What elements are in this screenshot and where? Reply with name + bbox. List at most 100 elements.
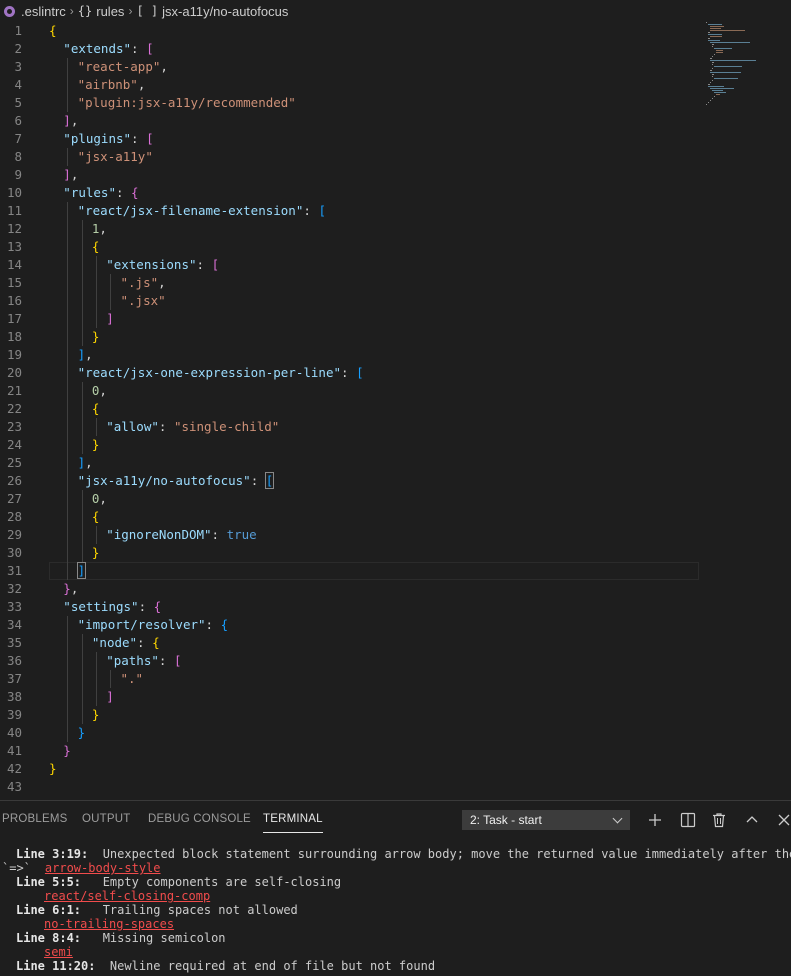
code-token: "rules" bbox=[63, 185, 116, 200]
code-text: ] bbox=[106, 310, 114, 328]
lint-rule-link[interactable]: arrow-body-style bbox=[45, 861, 161, 875]
minimap-line bbox=[714, 66, 742, 67]
indent-guide bbox=[81, 670, 83, 688]
plus-icon[interactable] bbox=[646, 811, 664, 829]
code-line: 37 "." bbox=[0, 670, 700, 688]
minimap-line bbox=[712, 74, 715, 75]
minimap-line bbox=[708, 40, 720, 41]
indent-guide bbox=[67, 670, 69, 688]
line-number: 38 bbox=[6, 689, 22, 704]
indent-guide bbox=[110, 274, 112, 292]
code-token: , bbox=[160, 59, 168, 74]
code-line: 24} bbox=[0, 436, 700, 454]
code-token: ".js" bbox=[120, 275, 159, 290]
code-token: : bbox=[115, 185, 132, 200]
indent-guide bbox=[81, 508, 83, 526]
terminal-output[interactable]: Line 3:19: Unexpected block statement su… bbox=[0, 845, 791, 976]
code-token: } bbox=[91, 545, 100, 560]
indent-guide bbox=[81, 220, 83, 238]
close-icon[interactable] bbox=[775, 811, 791, 829]
indent-guide bbox=[67, 724, 69, 742]
code-text: "react-app", bbox=[78, 58, 168, 76]
indent-guide bbox=[67, 454, 69, 472]
lint-rule-link[interactable]: no-trailing-spaces bbox=[44, 917, 174, 931]
indent-guide bbox=[67, 328, 69, 346]
code-text: } bbox=[63, 742, 71, 760]
breadcrumb-rules[interactable]: rules bbox=[96, 4, 124, 19]
code-token: : bbox=[303, 203, 319, 218]
tab-output[interactable]: OUTPUT bbox=[82, 813, 130, 825]
terminal-line: Line 3:19: Unexpected block statement su… bbox=[16, 847, 791, 861]
line-number: 14 bbox=[6, 257, 22, 272]
indent-guide bbox=[67, 310, 69, 328]
breadcrumb: .eslintrc › {} rules › [ ] jsx-a11y/no-a… bbox=[0, 0, 791, 22]
minimap[interactable] bbox=[700, 22, 780, 112]
line-number: 31 bbox=[6, 563, 22, 578]
line-number: 15 bbox=[6, 275, 22, 290]
code-line: 16 ".jsx" bbox=[0, 292, 700, 310]
indent-guide bbox=[95, 688, 97, 706]
code-token: : bbox=[196, 257, 212, 272]
lint-rule-link[interactable]: semi bbox=[44, 945, 73, 959]
code-token: , bbox=[158, 275, 166, 290]
line-number: 23 bbox=[6, 419, 22, 434]
minimap-line bbox=[710, 28, 721, 29]
tab-debug-console[interactable]: DEBUG CONSOLE bbox=[148, 813, 251, 825]
lint-rule-link[interactable]: react/self-closing-comp bbox=[44, 889, 210, 903]
tab-terminal[interactable]: TERMINAL bbox=[263, 813, 323, 833]
lint-location: Line 5:5: bbox=[16, 875, 82, 889]
code-token: "." bbox=[120, 671, 144, 686]
code-token: { bbox=[131, 185, 139, 200]
code-token: { bbox=[91, 401, 100, 416]
code-text: ] bbox=[106, 688, 114, 706]
code-text: "jsx-a11y/no-autofocus": [ bbox=[78, 472, 275, 490]
line-number: 33 bbox=[6, 599, 22, 614]
line-number: 18 bbox=[6, 329, 22, 344]
code-token: : bbox=[131, 41, 147, 56]
minimap-line bbox=[714, 96, 716, 97]
code-editor[interactable]: 1{2 "extends": [3 "react-app", 4 "airbnb", 5 "… bbox=[0, 22, 791, 798]
trash-icon[interactable] bbox=[710, 811, 728, 829]
code-token: ] bbox=[106, 689, 114, 704]
code-token: "react/jsx-one-expression-per-line" bbox=[77, 365, 341, 380]
code-text: 0, bbox=[92, 490, 107, 508]
code-token: , bbox=[70, 167, 79, 182]
tab-problems[interactable]: PROBLEMS bbox=[2, 813, 68, 825]
indent-guide bbox=[81, 418, 83, 436]
code-token: "react/jsx-filename-extension" bbox=[77, 203, 304, 218]
indent-guide bbox=[81, 292, 83, 310]
line-number: 4 bbox=[14, 77, 22, 92]
panel-tabs: PROBLEMS OUTPUT DEBUG CONSOLE TERMINAL 2… bbox=[0, 801, 791, 837]
minimap-line bbox=[714, 48, 732, 49]
indent-guide bbox=[95, 274, 97, 292]
task-select[interactable]: 2: Task - start bbox=[462, 810, 630, 830]
code-line: 10 "rules": { bbox=[0, 184, 700, 202]
split-terminal-icon[interactable] bbox=[679, 811, 697, 829]
code-token: } bbox=[63, 743, 71, 758]
code-token: } bbox=[49, 761, 57, 776]
terminal-line: Line 11:20: Newline required at end of f… bbox=[16, 959, 435, 973]
lint-message: Missing semicolon bbox=[81, 931, 226, 945]
chevron-right-icon: › bbox=[69, 4, 74, 18]
minimap-line bbox=[712, 62, 715, 63]
breadcrumb-file[interactable]: .eslintrc bbox=[21, 4, 66, 19]
minimap-line bbox=[716, 52, 724, 53]
code-line: 1{ bbox=[0, 22, 700, 40]
chevron-up-icon[interactable] bbox=[743, 811, 761, 829]
code-text: ], bbox=[63, 112, 78, 130]
code-token: { bbox=[152, 635, 160, 650]
lint-message-continued: `=>` bbox=[2, 861, 31, 875]
lint-location: Line 8:4: bbox=[16, 931, 82, 945]
code-token: ] bbox=[63, 113, 71, 128]
breadcrumb-rule[interactable]: jsx-a11y/no-autofocus bbox=[162, 4, 288, 19]
line-number: 30 bbox=[6, 545, 22, 560]
code-text: { bbox=[92, 508, 100, 526]
line-number: 42 bbox=[6, 761, 22, 776]
code-text: "extensions": [ bbox=[106, 256, 219, 274]
code-line: 29 "ignoreNonDOM": true bbox=[0, 526, 700, 544]
minimap-line bbox=[712, 80, 714, 81]
code-token: } bbox=[91, 329, 100, 344]
terminal-line: Line 6:1: Trailing spaces not allowed bbox=[16, 903, 298, 917]
code-token: : bbox=[131, 131, 147, 146]
code-token: ".jsx" bbox=[120, 293, 166, 308]
